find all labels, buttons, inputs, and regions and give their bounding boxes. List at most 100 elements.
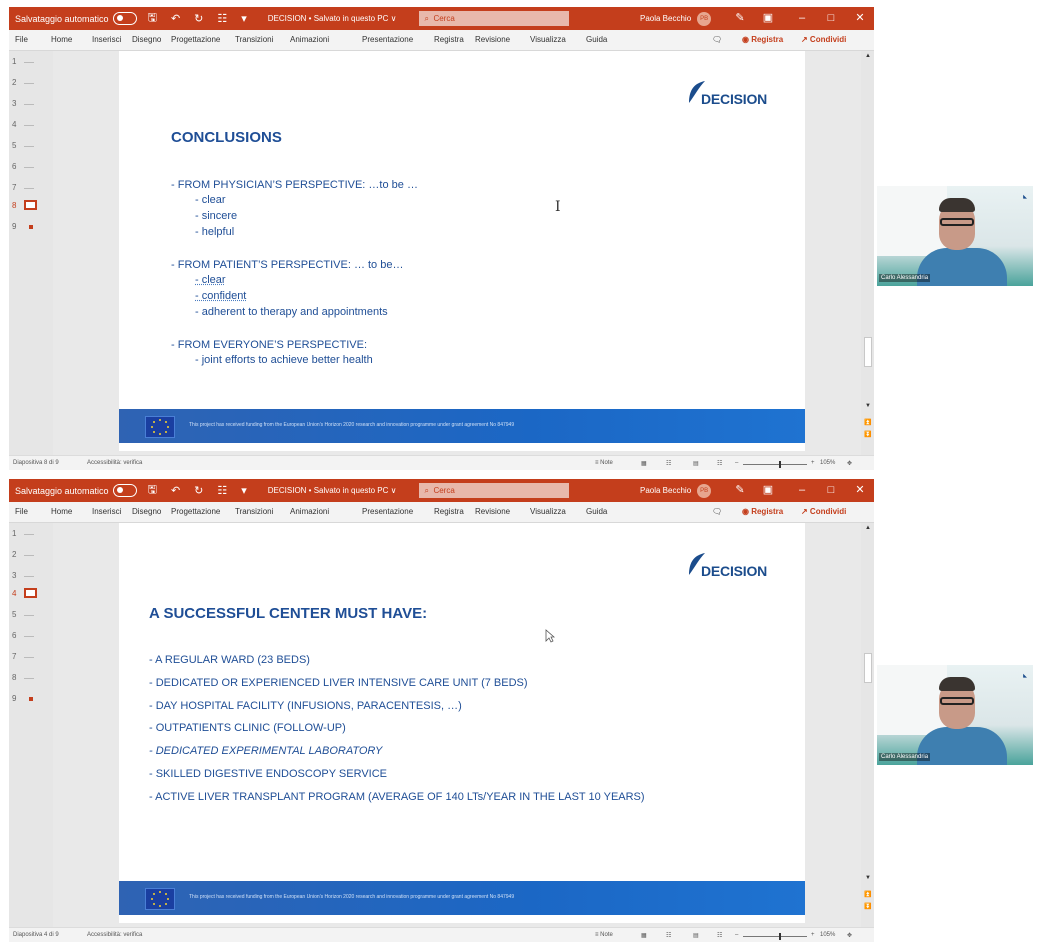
record-button[interactable]: ◉ Registra (742, 35, 783, 44)
tab-record[interactable]: Registra (434, 507, 464, 516)
comments-icon[interactable]: 🗨 (712, 507, 722, 516)
present-icon[interactable]: ☷ (217, 12, 227, 25)
record-button[interactable]: ◉ Registra (742, 507, 783, 516)
minimize-button[interactable]: – (788, 7, 816, 30)
thumbnail-slide-6[interactable] (24, 636, 34, 637)
tab-review[interactable]: Revisione (475, 507, 510, 516)
user-account[interactable]: Paola Becchio PB (640, 7, 712, 30)
normal-view-icon[interactable]: ▦ (641, 460, 647, 467)
zoom-slider-knob[interactable] (779, 933, 781, 940)
next-slide-icon[interactable]: ⏬ (864, 431, 872, 438)
reading-view-icon[interactable]: ▤ (693, 932, 699, 939)
close-button[interactable]: ✕ (846, 479, 874, 502)
zoom-slider[interactable] (743, 464, 807, 465)
autosave-toggle[interactable] (112, 484, 137, 497)
notes-button[interactable]: ≡ Note (595, 460, 613, 466)
thumb-number[interactable]: 4 (12, 589, 16, 598)
user-account[interactable]: Paola Becchio PB (640, 479, 712, 502)
vertical-scrollbar[interactable]: ▲ ▼ ⏫ ⏬ (862, 523, 874, 927)
share-button[interactable]: ↗ Condividi (801, 507, 846, 516)
prev-slide-icon[interactable]: ⏫ (864, 891, 872, 898)
undo-icon[interactable]: ↶ (171, 12, 180, 25)
pen-icon[interactable]: ✎ (726, 7, 754, 30)
accessibility-status[interactable]: Accessibilità: verifica (87, 460, 142, 466)
slide-sorter-icon[interactable]: ☷ (666, 932, 671, 939)
tab-home[interactable]: Home (51, 507, 72, 516)
tab-slideshow[interactable]: Presentazione (362, 35, 413, 44)
thumb-number[interactable]: 6 (12, 631, 16, 640)
reading-view-icon[interactable]: ▤ (693, 460, 699, 467)
zoom-level[interactable]: 105% (820, 932, 835, 938)
thumbnail-slide-3[interactable] (24, 104, 34, 105)
file-name-dropdown[interactable]: DECISION • Salvato in questo PC ∨ (268, 486, 397, 495)
thumbnail-slide-1[interactable] (24, 62, 34, 63)
zoom-in-icon[interactable]: + (811, 460, 815, 466)
fit-to-window-icon[interactable]: ✥ (847, 460, 852, 467)
pen-icon[interactable]: ✎ (726, 479, 754, 502)
vertical-scrollbar[interactable]: ▲ ▼ ⏫ ⏬ (862, 51, 874, 455)
scroll-thumb[interactable] (864, 337, 872, 367)
tab-file[interactable]: File (15, 35, 28, 44)
thumb-number[interactable]: 2 (12, 550, 16, 559)
ribbon-display-icon[interactable]: ▣ (754, 479, 782, 502)
thumbnail-slide-2[interactable] (24, 83, 34, 84)
slide-sorter-icon[interactable]: ☷ (666, 460, 671, 467)
tab-draw[interactable]: Disegno (132, 35, 161, 44)
tab-review[interactable]: Revisione (475, 35, 510, 44)
thumb-number[interactable]: 9 (12, 694, 16, 703)
zoom-out-icon[interactable]: – (735, 460, 738, 466)
scroll-down-icon[interactable]: ▼ (864, 875, 872, 881)
zoom-slider-knob[interactable] (779, 461, 781, 468)
scroll-thumb[interactable] (864, 653, 872, 683)
redo-icon[interactable]: ↻ (194, 12, 203, 25)
scroll-down-icon[interactable]: ▼ (864, 403, 872, 409)
share-button[interactable]: ↗ Condividi (801, 35, 846, 44)
maximize-button[interactable]: □ (817, 7, 845, 30)
zoom-slider[interactable] (743, 936, 807, 937)
search-input[interactable]: ⌕ Cerca (418, 483, 569, 498)
redo-icon[interactable]: ↻ (194, 484, 203, 497)
search-input[interactable]: ⌕ Cerca (418, 11, 569, 26)
tab-view[interactable]: Visualizza (530, 35, 566, 44)
save-icon[interactable]: 🖫 (148, 9, 157, 28)
customize-qat-icon[interactable]: ▾ (241, 12, 247, 25)
thumb-number[interactable]: 6 (12, 162, 16, 171)
tab-design[interactable]: Progettazione (171, 507, 220, 516)
file-name-dropdown[interactable]: DECISION • Salvato in questo PC ∨ (268, 14, 397, 23)
tab-slideshow[interactable]: Presentazione (362, 507, 413, 516)
thumb-number[interactable]: 7 (12, 183, 16, 192)
tab-view[interactable]: Visualizza (530, 507, 566, 516)
tab-home[interactable]: Home (51, 35, 72, 44)
thumb-number[interactable]: 3 (12, 571, 16, 580)
tab-help[interactable]: Guida (586, 507, 607, 516)
tab-help[interactable]: Guida (586, 35, 607, 44)
thumb-number[interactable]: 1 (12, 529, 16, 538)
ribbon-display-icon[interactable]: ▣ (754, 7, 782, 30)
thumbnail-slide-6[interactable] (24, 167, 34, 168)
undo-icon[interactable]: ↶ (171, 484, 180, 497)
tab-file[interactable]: File (15, 507, 28, 516)
comments-icon[interactable]: 🗨 (712, 35, 722, 44)
slideshow-icon[interactable]: ☷ (717, 932, 722, 939)
present-icon[interactable]: ☷ (217, 484, 227, 497)
tab-transitions[interactable]: Transizioni (235, 35, 273, 44)
thumbnail-slide-7[interactable] (24, 657, 34, 658)
thumbnail-slide-5[interactable] (24, 146, 34, 147)
scroll-up-icon[interactable]: ▲ (864, 53, 872, 59)
next-slide-icon[interactable]: ⏬ (864, 903, 872, 910)
thumb-number[interactable]: 1 (12, 57, 16, 66)
tab-design[interactable]: Progettazione (171, 35, 220, 44)
thumb-number[interactable]: 5 (12, 610, 16, 619)
thumb-number[interactable]: 9 (12, 222, 16, 231)
tab-insert[interactable]: Inserisci (92, 507, 121, 516)
thumbnail-slide-8-selected[interactable] (24, 200, 37, 210)
prev-slide-icon[interactable]: ⏫ (864, 419, 872, 426)
thumbnail-slide-8[interactable] (24, 678, 34, 679)
accessibility-status[interactable]: Accessibilità: verifica (87, 932, 142, 938)
fit-to-window-icon[interactable]: ✥ (847, 932, 852, 939)
tab-record[interactable]: Registra (434, 35, 464, 44)
thumb-number[interactable]: 5 (12, 141, 16, 150)
thumbnail-slide-5[interactable] (24, 615, 34, 616)
autosave-toggle[interactable] (112, 12, 137, 25)
thumb-number[interactable]: 3 (12, 99, 16, 108)
